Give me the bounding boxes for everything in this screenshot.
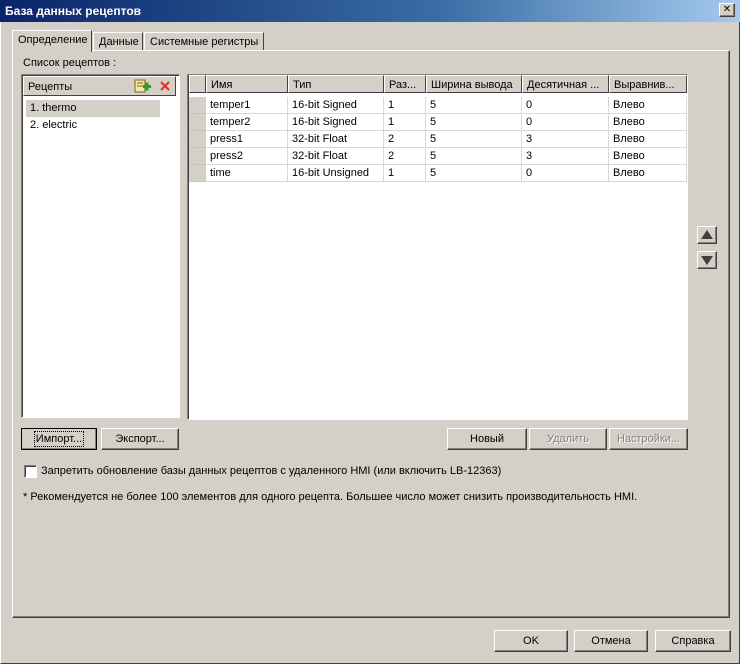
window-title: База данных рецептов [5, 4, 142, 18]
ok-button-label: OK [523, 635, 539, 647]
grid-cell[interactable]: 0 [522, 165, 609, 182]
cancel-button-label: Отмена [591, 635, 631, 647]
recipe-elements-grid[interactable]: Имя Тип Раз... Ширина вывода Десятичная … [187, 74, 688, 420]
delete-recipe-icon[interactable] [158, 79, 172, 93]
column-header-label: Выравнив... [614, 79, 675, 91]
title-bar: База данных рецептов ✕ [0, 0, 740, 22]
tab-label: Определение [18, 34, 88, 46]
grid-cell[interactable]: time [206, 165, 288, 182]
grid-cell[interactable]: 1 [384, 97, 426, 114]
grid-corner [189, 75, 206, 93]
help-button[interactable]: Справка [655, 630, 731, 652]
grid-cell[interactable]: Влево [609, 114, 687, 131]
row-header[interactable] [189, 97, 206, 114]
grid-cell[interactable]: press1 [206, 131, 288, 148]
column-header-alignment[interactable]: Выравнив... [609, 75, 687, 93]
import-button[interactable]: Импорт... [21, 428, 97, 450]
tab-data[interactable]: Данные [93, 32, 143, 51]
column-header-label: Имя [211, 79, 233, 91]
grid-cell[interactable]: 0 [522, 97, 609, 114]
grid-cell[interactable]: 5 [426, 148, 522, 165]
close-icon: ✕ [722, 4, 732, 15]
grid-cell[interactable]: Влево [609, 131, 687, 148]
recipe-item-label: 1. thermo [30, 102, 77, 114]
grid-cell[interactable]: 1 [384, 114, 426, 131]
column-header-output-width[interactable]: Ширина вывода [426, 75, 522, 93]
recipe-list-header: Рецепты [23, 76, 176, 96]
recipe-item-label: 2. electric [30, 119, 78, 131]
row-header[interactable] [189, 165, 206, 182]
grid-cell[interactable]: 16-bit Signed [288, 97, 384, 114]
tab-definition[interactable]: Определение [12, 30, 92, 52]
row-header[interactable] [189, 131, 206, 148]
grid-cell[interactable]: 2 [384, 131, 426, 148]
grid-cell[interactable]: 5 [426, 165, 522, 182]
prohibit-update-label: Запретить обновление базы данных рецепто… [41, 465, 502, 477]
recipe-list-header-label: Рецепты [28, 81, 73, 93]
column-header-type[interactable]: Тип [288, 75, 384, 93]
grid-cell[interactable]: 5 [426, 114, 522, 131]
grid-cell[interactable]: temper2 [206, 114, 288, 131]
new-button[interactable]: Новый [447, 428, 527, 450]
recipe-list[interactable]: Рецепты 1. thermo 2. electric [21, 74, 180, 418]
list-item[interactable]: 2. electric [26, 117, 160, 134]
import-button-label: Импорт... [33, 431, 85, 447]
tab-label: Данные [99, 36, 139, 48]
recipe-list-label: Список рецептов : [23, 57, 117, 69]
grid-cell[interactable]: 16-bit Unsigned [288, 165, 384, 182]
grid-cell[interactable]: 0 [522, 114, 609, 131]
help-button-label: Справка [671, 635, 715, 647]
grid-cell[interactable]: 16-bit Signed [288, 114, 384, 131]
grid-cell[interactable]: 5 [426, 97, 522, 114]
column-header-size[interactable]: Раз... [384, 75, 426, 93]
grid-cell[interactable]: temper1 [206, 97, 288, 114]
cancel-button[interactable]: Отмена [574, 630, 648, 652]
grid-cell[interactable]: 1 [384, 165, 426, 182]
add-recipe-icon[interactable] [134, 78, 152, 94]
settings-button[interactable]: Настройки... [609, 428, 688, 450]
tab-label: Системные регистры [150, 36, 259, 48]
export-button[interactable]: Экспорт... [101, 428, 179, 450]
grid-cell[interactable]: 5 [426, 131, 522, 148]
grid-cell[interactable]: 32-bit Float [288, 148, 384, 165]
column-header-label: Ширина вывода [431, 79, 513, 91]
grid-cell[interactable]: Влево [609, 97, 687, 114]
delete-button[interactable]: Удалить [529, 428, 607, 450]
row-header[interactable] [189, 148, 206, 165]
grid-cell[interactable]: press2 [206, 148, 288, 165]
column-header-decimal[interactable]: Десятичная ... [522, 75, 609, 93]
export-button-label: Экспорт... [115, 433, 165, 445]
ok-button[interactable]: OK [494, 630, 568, 652]
grid-cell[interactable]: Влево [609, 165, 687, 182]
grid-cell[interactable]: Влево [609, 148, 687, 165]
column-header-label: Раз... [389, 79, 417, 91]
grid-cell[interactable]: 32-bit Float [288, 131, 384, 148]
list-item[interactable]: 1. thermo [26, 100, 160, 117]
grid-cell[interactable]: 2 [384, 148, 426, 165]
grid-cell[interactable]: 3 [522, 148, 609, 165]
close-window-button[interactable]: ✕ [719, 3, 735, 17]
delete-button-label: Удалить [547, 433, 589, 445]
tab-system-registers[interactable]: Системные регистры [144, 32, 264, 51]
prohibit-update-checkbox[interactable] [24, 465, 37, 478]
grid-cell[interactable]: 3 [522, 131, 609, 148]
new-button-label: Новый [470, 433, 504, 445]
row-header[interactable] [189, 114, 206, 131]
column-header-name[interactable]: Имя [206, 75, 288, 93]
performance-note: * Рекомендуется не более 100 элементов д… [23, 491, 638, 503]
column-header-label: Тип [293, 79, 312, 91]
settings-button-label: Настройки... [616, 433, 681, 445]
column-header-label: Десятичная ... [527, 79, 600, 91]
